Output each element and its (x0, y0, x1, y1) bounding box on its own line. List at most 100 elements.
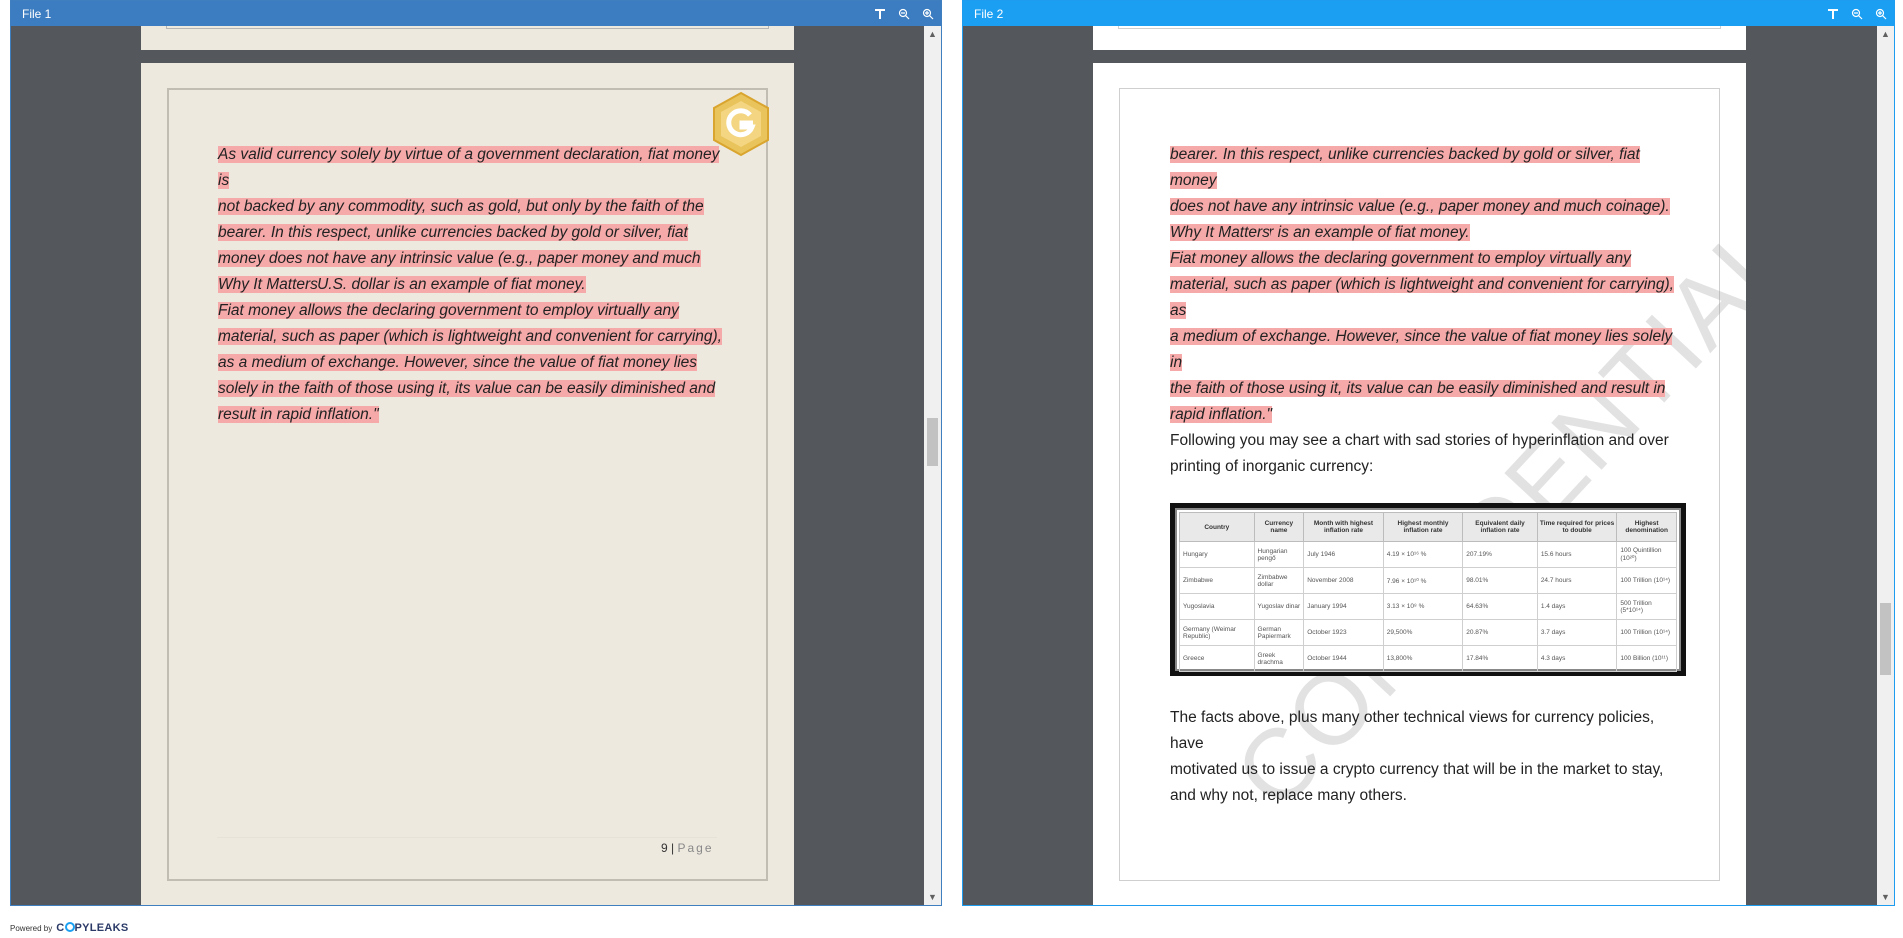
hyperinflation-table: Country Currency name Month with highest… (1179, 512, 1677, 672)
file2-scrollbar[interactable]: ▲ ▼ (1877, 26, 1894, 905)
table-cell: 17.84% (1462, 645, 1538, 672)
table-header: Month with highest inflation rate (1303, 512, 1384, 542)
table-cell: 100 Trillion (10¹⁴) (1616, 567, 1677, 594)
table-row: Yugoslavia Yugoslav dinar January 1994 3… (1179, 593, 1677, 620)
text-line: does not have any intrinsic value (e.g.,… (1170, 198, 1670, 215)
table-row: Germany (Weimar Republic) German Papierm… (1179, 619, 1677, 646)
file2-viewer[interactable]: CONFIDENTIAL bearer. In this respect, un… (963, 26, 1877, 905)
text-line: As valid currency solely by virtue of a … (218, 146, 720, 189)
scroll-down-icon[interactable]: ▼ (1877, 889, 1894, 905)
text-line: Fiat money allows the declaring governme… (218, 302, 679, 319)
zoom-in-icon[interactable] (921, 7, 935, 21)
text-line: material, such as paper (which is lightw… (1170, 276, 1674, 319)
previous-page (1093, 26, 1746, 50)
table-cell: Germany (Weimar Republic) (1179, 619, 1255, 646)
hyperinflation-table-image: Country Currency name Month with highest… (1170, 503, 1686, 676)
table-cell: Hungary (1179, 541, 1255, 568)
table-cell: 3.13 × 10⁸ % (1382, 593, 1464, 620)
text-line: the faith of those using it, its value c… (1170, 380, 1666, 397)
text-line: as a medium of exchange. However, since … (218, 354, 698, 371)
table-cell: January 1994 (1303, 593, 1384, 620)
zoom-out-icon[interactable] (897, 7, 911, 21)
scroll-up-icon[interactable]: ▲ (1877, 26, 1894, 42)
table-cell: 3.7 days (1536, 619, 1618, 646)
text-line: rapid inflation." (1170, 406, 1273, 423)
table-cell: November 2008 (1303, 567, 1384, 594)
table-cell: Zimbabwe (1179, 567, 1255, 594)
page-label: Page (677, 841, 714, 855)
table-header: Highest monthly inflation rate (1382, 512, 1464, 542)
table-row: Zimbabwe Zimbabwe dollar November 2008 7… (1179, 567, 1677, 594)
section-heading: Why It Matters (218, 276, 318, 293)
table-cell: 207.19% (1462, 541, 1538, 568)
scroll-thumb[interactable] (927, 418, 938, 466)
table-cell: Greek drachma (1253, 645, 1305, 672)
paragraph-2: Why It Matters Fiat money allows the dec… (218, 272, 728, 428)
text-line: result in rapid inflation." (218, 406, 379, 423)
copyleaks-logo: C PYLEAKS (56, 922, 128, 934)
text-line: The facts above, plus many other technic… (1170, 709, 1655, 752)
table-cell: 24.7 hours (1536, 567, 1618, 594)
file1-scrollbar[interactable]: ▲ ▼ (924, 26, 941, 905)
document-page: CONFIDENTIAL bearer. In this respect, un… (1093, 63, 1746, 905)
brand-o-icon (64, 922, 75, 932)
table-cell: Zimbabwe dollar (1253, 567, 1305, 594)
table-cell: Hungarian pengő (1253, 541, 1305, 568)
text-line: bearer. In this respect, unlike currenci… (1170, 146, 1640, 189)
table-header: Country (1179, 512, 1255, 542)
file1-pane: File 1 As valid currency solely by virtu… (10, 0, 942, 906)
text-line: not backed by any commodity, such as gol… (218, 198, 704, 215)
text-line: solely in the faith of those using it, i… (218, 380, 716, 397)
zoom-out-icon[interactable] (1850, 7, 1864, 21)
text-line: and why not, replace many others. (1170, 787, 1407, 804)
page-number-value: 9 (661, 841, 668, 855)
scroll-thumb[interactable] (1880, 603, 1891, 675)
paragraph-2: Why It Matters Fiat money allows the dec… (1170, 220, 1680, 428)
table-cell: 29,500% (1382, 619, 1464, 646)
brand-text-end: PYLEAKS (74, 922, 129, 934)
table-row: Greece Greek drachma October 1944 13,800… (1179, 645, 1677, 672)
previous-page (141, 26, 794, 50)
file1-title: File 1 (22, 6, 52, 21)
scroll-up-icon[interactable]: ▲ (924, 26, 941, 42)
scroll-down-icon[interactable]: ▼ (924, 889, 941, 905)
chart-intro: Following you may see a chart with sad s… (1170, 428, 1680, 480)
table-cell: 7.96 × 10¹⁰ % (1382, 567, 1464, 594)
table-cell: 15.6 hours (1536, 541, 1618, 568)
table-cell: 20.87% (1462, 619, 1538, 646)
document-page: As valid currency solely by virtue of a … (141, 63, 794, 905)
text-line: printing of inorganic currency: (1170, 458, 1374, 475)
table-header: Currency name (1253, 512, 1305, 542)
text-line: Fiat money allows the declaring governme… (1170, 250, 1631, 267)
table-cell: 64.63% (1462, 593, 1538, 620)
table-cell: 1.4 days (1536, 593, 1618, 620)
text-icon[interactable] (1826, 7, 1840, 21)
powered-by-footer: Powered by C PYLEAKS (10, 922, 129, 934)
section-heading: Why It Matters (1170, 224, 1270, 241)
table-cell: Greece (1179, 645, 1255, 672)
text-line: motivated us to issue a crypto currency … (1170, 761, 1664, 778)
table-cell: 500 Trillion (5*10¹⁴) (1616, 593, 1677, 620)
table-cell: Yugoslavia (1179, 593, 1255, 620)
table-header: Highest denomination (1616, 512, 1677, 542)
table-cell: October 1944 (1303, 645, 1384, 672)
file1-viewer[interactable]: As valid currency solely by virtue of a … (11, 26, 924, 905)
zoom-in-icon[interactable] (1874, 7, 1888, 21)
table-cell: 13,800% (1382, 645, 1464, 672)
table-cell: 100 Billion (10¹¹) (1616, 645, 1677, 672)
table-cell: 4.19 × 10¹⁶ % (1382, 541, 1464, 568)
text-line: Following you may see a chart with sad s… (1170, 432, 1669, 449)
table-cell: 100 Trillion (10¹⁴) (1616, 619, 1677, 646)
file2-pane: File 2 CONFIDENTIAL bearer. In this resp… (962, 0, 1895, 906)
table-cell: Yugoslav dinar (1253, 593, 1305, 620)
text-line: money does not have any intrinsic value … (218, 250, 701, 267)
text-line: a medium of exchange. However, since the… (1170, 328, 1673, 371)
table-cell: 98.01% (1462, 567, 1538, 594)
footer-rule (217, 837, 717, 838)
text-icon[interactable] (873, 7, 887, 21)
table-cell: German Papiermark (1253, 619, 1305, 646)
file2-titlebar: File 2 (963, 1, 1894, 26)
table-cell: October 1923 (1303, 619, 1384, 646)
table-header-row: Country Currency name Month with highest… (1179, 512, 1677, 542)
table-header: Time required for prices to double (1536, 512, 1618, 542)
